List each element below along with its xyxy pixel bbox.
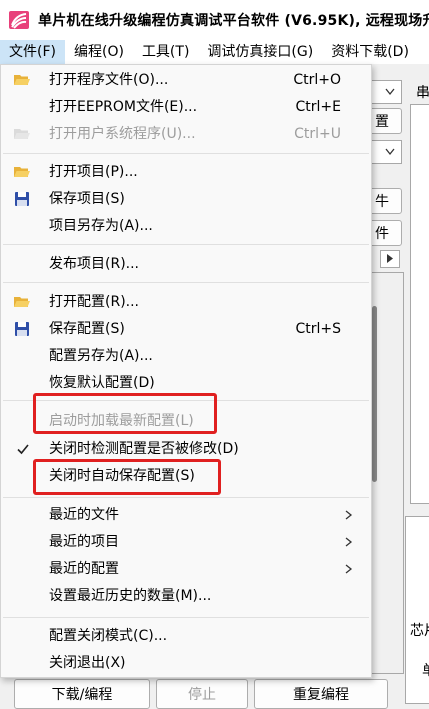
save-disk-icon [15,192,29,206]
menu-item-config-close-mode[interactable]: 配置关闭模式(C)... [1,623,371,649]
menu-item-label: 最近的项目 [49,534,119,550]
menu-program[interactable]: 编程(O) [65,40,133,64]
menu-item-open-project[interactable]: 打开项目(P)... [1,159,371,185]
background-chip-label: 芯片 [410,623,429,639]
menu-item-label: 最近的配置 [49,561,119,577]
menu-item-open-eeprom[interactable]: 打开EEPROM文件(E)... Ctrl+E [1,94,371,120]
menu-item-label: 发布项目(R)... [49,256,140,272]
file-menu-dropdown: 打开程序文件(O)... Ctrl+O 打开EEPROM文件(E)... Ctr… [0,64,372,678]
menu-item-set-history-count[interactable]: 设置最近历史的数量(M)... [1,583,371,609]
chevron-right-icon [345,537,353,547]
menu-file[interactable]: 文件(F) [0,40,65,64]
menu-item-save-config-as[interactable]: 配置另存为(A)... [1,343,371,369]
menu-item-label: 最近的文件 [49,507,119,523]
menu-item-label: 打开项目(P)... [49,164,138,180]
menu-debug-interface[interactable]: 调试仿真接口(G) [198,40,322,64]
menu-item-open-config[interactable]: 打开配置(R)... [1,289,371,315]
background-right-panel-title: 串 [416,85,429,101]
title-bar: 单片机在线升级编程仿真调试平台软件 (V6.95K), 远程现场升 [0,0,429,40]
menu-bar: 文件(F) 编程(O) 工具(T) 调试仿真接口(G) 资料下载(D) [0,40,429,64]
menu-item-label: 打开程序文件(O)... [49,72,169,88]
highlight-box-load-latest [33,393,217,434]
open-folder-icon [14,297,30,307]
menu-item-label: 配置关闭模式(C)... [49,628,168,644]
background-config-button-label: 置 [375,114,389,130]
menu-item-shortcut: Ctrl+E [295,99,342,115]
menu-item-label: 保存项目(S) [49,191,125,207]
menu-separator [3,282,369,283]
window-title: 单片机在线升级编程仿真调试平台软件 (V6.95K), 远程现场升 [38,13,429,29]
menu-separator [3,153,369,154]
checkmark-icon [17,444,29,455]
menu-downloads[interactable]: 资料下载(D) [322,40,418,64]
menu-item-label: 打开用户系统程序(U)... [49,126,196,142]
menu-item-shortcut: Ctrl+U [294,126,341,142]
download-program-button-label: 下载/编程 [51,687,113,703]
menu-item-label: 打开配置(R)... [49,294,140,310]
menu-item-label: 设置最近历史的数量(M)... [49,588,212,604]
menu-item-open-user-system: 打开用户系统程序(U)... Ctrl+U [1,121,371,147]
open-folder-icon [14,75,30,85]
menu-item-exit[interactable]: 关闭退出(X) [1,650,371,676]
repeat-program-button-label: 重复编程 [293,687,349,703]
background-scrollbar-thumb[interactable] [372,306,377,482]
save-disk-icon [15,322,29,336]
stop-button-label: 停止 [188,687,216,703]
menu-separator [3,244,369,245]
download-program-button[interactable]: 下载/编程 [14,679,150,709]
chevron-down-icon [385,148,395,156]
menu-tools[interactable]: 工具(T) [133,40,198,64]
menu-item-recent-projects[interactable]: 最近的项目 [1,529,371,555]
menu-item-save-project[interactable]: 保存项目(S) [1,186,371,212]
chevron-right-icon [345,564,353,574]
background-file-button-2-label: 件 [375,226,389,242]
highlight-box-autosave [33,459,221,495]
chevron-right-icon [345,510,353,520]
background-file-button-1-label: 牛 [375,194,389,210]
background-bottom-right-text: 单 [422,660,429,680]
menu-item-save-config[interactable]: 保存配置(S) Ctrl+S [1,316,371,342]
menu-item-recent-configs[interactable]: 最近的配置 [1,556,371,582]
menu-item-label: 项目另存为(A)... [49,218,153,234]
open-folder-icon [14,167,30,177]
menu-item-label: 打开EEPROM文件(E)... [49,99,198,115]
menu-item-publish-project[interactable]: 发布项目(R)... [1,251,371,277]
background-scroll-arrow[interactable] [380,250,400,268]
menu-item-shortcut: Ctrl+S [295,321,341,337]
stop-button[interactable]: 停止 [156,679,248,709]
menu-item-open-program[interactable]: 打开程序文件(O)... Ctrl+O [1,67,371,93]
menu-item-label: 关闭退出(X) [49,655,126,671]
chevron-down-icon [385,88,395,96]
app-logo-icon [9,11,29,29]
background-right-panel-top [410,104,429,504]
open-folder-icon [14,129,30,139]
menu-item-label: 保存配置(S) [49,321,125,337]
menu-separator [3,617,369,618]
menu-item-label: 配置另存为(A)... [49,348,153,364]
menu-item-recent-files[interactable]: 最近的文件 [1,502,371,528]
menu-item-save-project-as[interactable]: 项目另存为(A)... [1,213,371,239]
repeat-program-button[interactable]: 重复编程 [254,679,388,709]
chevron-right-icon [387,254,393,263]
menu-separator [3,497,369,498]
menu-item-shortcut: Ctrl+O [293,72,341,88]
